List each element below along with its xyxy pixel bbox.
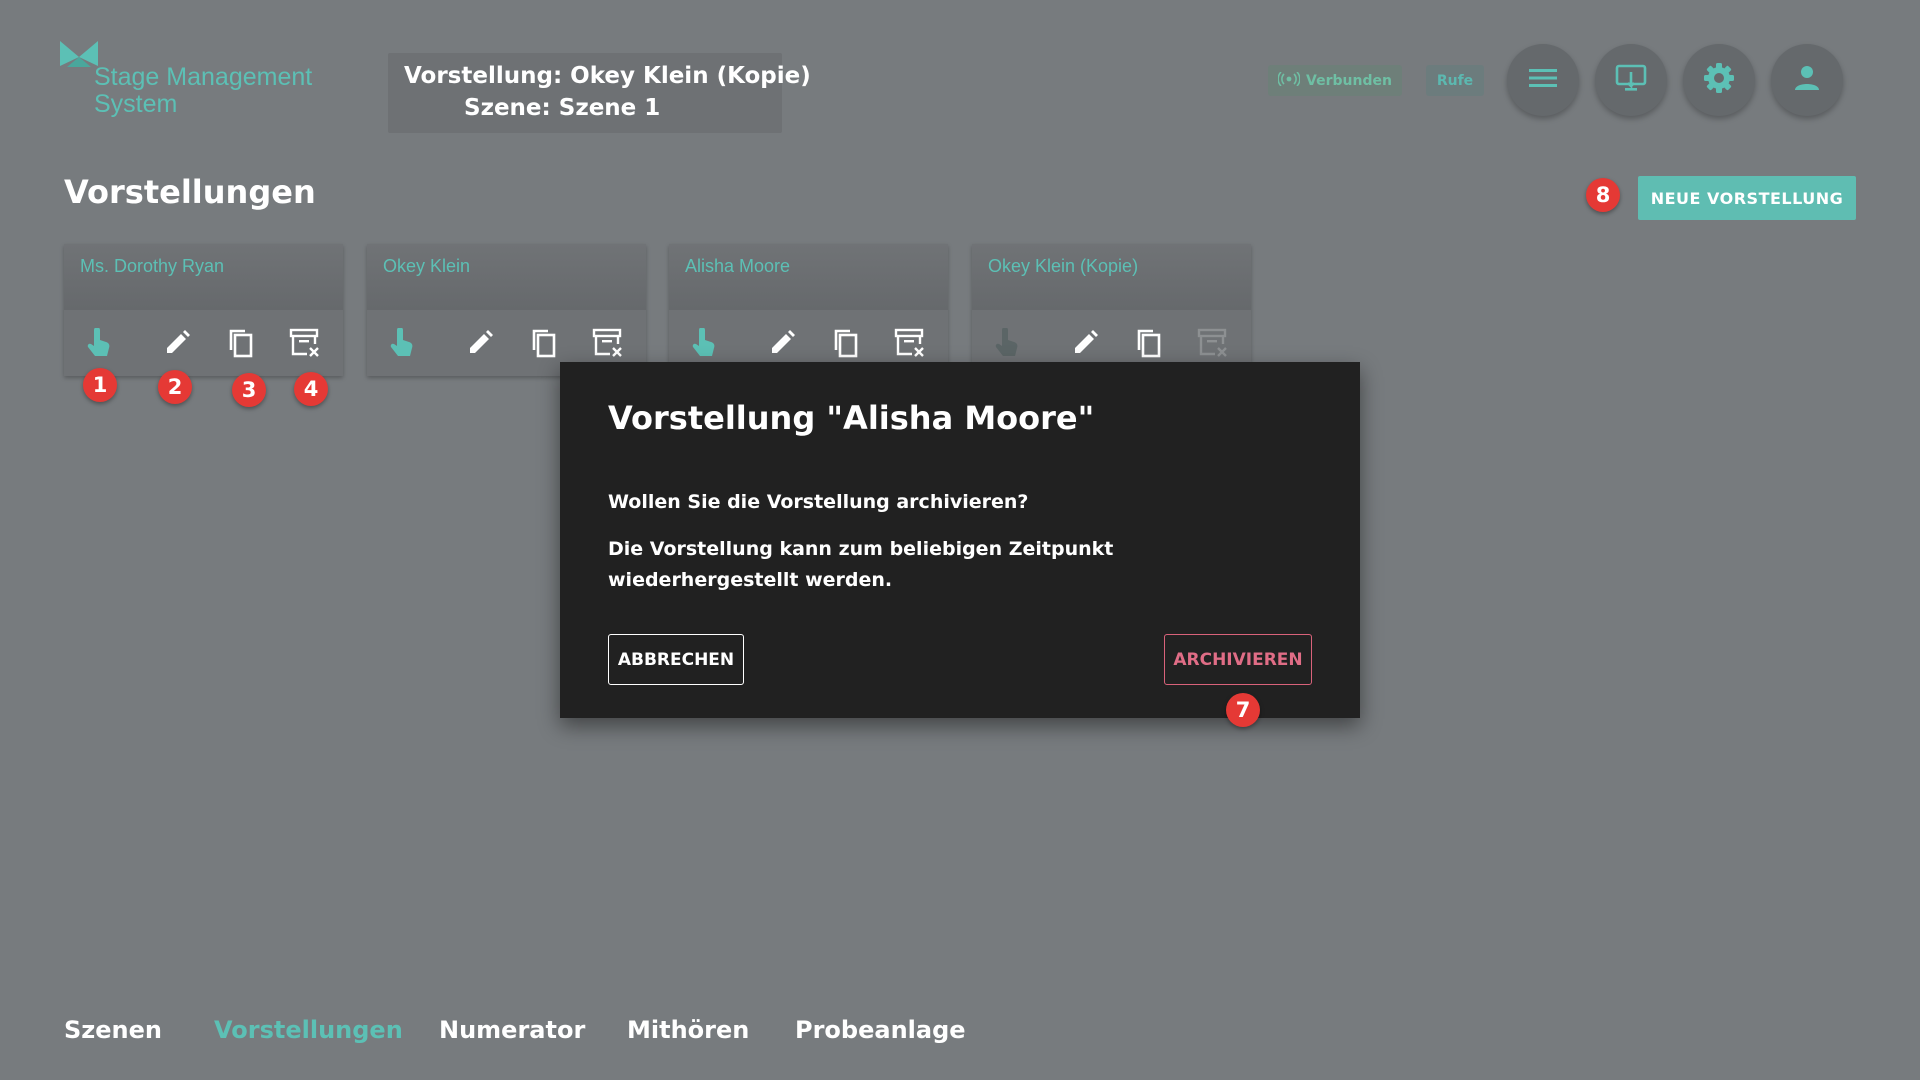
marker-badge: 7 xyxy=(1226,693,1260,727)
card-title: Ms. Dorothy Ryan xyxy=(80,256,225,276)
archive-icon[interactable] xyxy=(591,326,625,360)
dialog-question: Wollen Sie die Vorstellung archivieren? xyxy=(608,491,1029,513)
tab-test-system[interactable]: Probeanlage xyxy=(795,1016,966,1044)
marker-badge: 2 xyxy=(158,370,192,404)
connection-status-text: Verbunden xyxy=(1306,72,1392,89)
tab-performances[interactable]: Vorstellungen xyxy=(214,1016,403,1044)
select-icon[interactable] xyxy=(81,326,115,360)
marker-badge: 4 xyxy=(294,372,328,406)
copy-icon[interactable] xyxy=(1132,326,1166,360)
archive-icon[interactable] xyxy=(893,326,927,360)
archive-icon xyxy=(1196,326,1230,360)
dialog-description: Die Vorstellung kann zum beliebigen Zeit… xyxy=(608,538,1114,591)
performance-value: Okey Klein (Kopie) xyxy=(570,63,811,89)
performance-card[interactable]: Okey Klein (Kopie) xyxy=(972,244,1251,376)
menu-icon xyxy=(1528,67,1558,93)
edit-icon[interactable] xyxy=(765,326,799,360)
edit-icon[interactable] xyxy=(1068,326,1102,360)
performance-card[interactable]: Okey Klein xyxy=(367,244,646,376)
scene-value: Szene 1 xyxy=(558,95,661,121)
broadcast-icon xyxy=(1277,70,1301,90)
card-title: Okey Klein xyxy=(383,256,471,276)
select-icon xyxy=(989,326,1023,360)
screen-select-button[interactable] xyxy=(1595,44,1667,116)
user-button[interactable] xyxy=(1771,44,1843,116)
select-icon[interactable] xyxy=(686,326,720,360)
marker-badge: 8 xyxy=(1586,178,1620,212)
copy-icon[interactable] xyxy=(224,326,258,360)
dialog-title: Vorstellung "Alisha Moore" xyxy=(608,399,1095,437)
edit-icon[interactable] xyxy=(463,326,497,360)
logo-line-2: System xyxy=(94,90,178,118)
copy-icon[interactable] xyxy=(527,326,561,360)
archive-button[interactable]: ARCHIVIEREN xyxy=(1164,634,1312,685)
page-title: Vorstellungen xyxy=(64,173,316,211)
connection-status-badge: Verbunden xyxy=(1268,65,1402,96)
gear-icon xyxy=(1703,62,1735,98)
new-performance-button[interactable]: NEUE VORSTELLUNG xyxy=(1638,176,1856,220)
screen-touch-icon xyxy=(1615,62,1647,98)
tab-listen[interactable]: Mithören xyxy=(627,1016,749,1044)
scene-label: Szene: xyxy=(464,95,551,121)
marker-badge: 1 xyxy=(83,368,117,402)
menu-button[interactable] xyxy=(1507,44,1579,116)
calls-button[interactable]: Rufe xyxy=(1426,65,1484,96)
marker-badge: 3 xyxy=(232,373,266,407)
select-icon[interactable] xyxy=(384,326,418,360)
archive-dialog: Vorstellung "Alisha Moore" Wollen Sie di… xyxy=(560,362,1360,718)
edit-icon[interactable] xyxy=(160,326,194,360)
user-icon xyxy=(1793,64,1821,96)
app-logo-text: Stage Management System xyxy=(94,64,312,118)
card-title: Okey Klein (Kopie) xyxy=(988,256,1139,276)
logo-line-1: Stage Management xyxy=(94,63,313,91)
settings-button[interactable] xyxy=(1683,44,1755,116)
performance-card[interactable]: Ms. Dorothy Ryan xyxy=(64,244,343,376)
cancel-button[interactable]: ABBRECHEN xyxy=(608,634,744,685)
archive-icon[interactable] xyxy=(288,326,322,360)
tab-scenes[interactable]: Szenen xyxy=(64,1016,162,1044)
card-title: Alisha Moore xyxy=(685,256,791,276)
current-performance-box: Vorstellung: Okey Klein (Kopie) Szene: S… xyxy=(388,53,811,133)
performance-card[interactable]: Alisha Moore xyxy=(669,244,948,376)
performance-label: Vorstellung: xyxy=(404,63,563,89)
tab-numerator[interactable]: Numerator xyxy=(439,1016,585,1044)
copy-icon[interactable] xyxy=(829,326,863,360)
